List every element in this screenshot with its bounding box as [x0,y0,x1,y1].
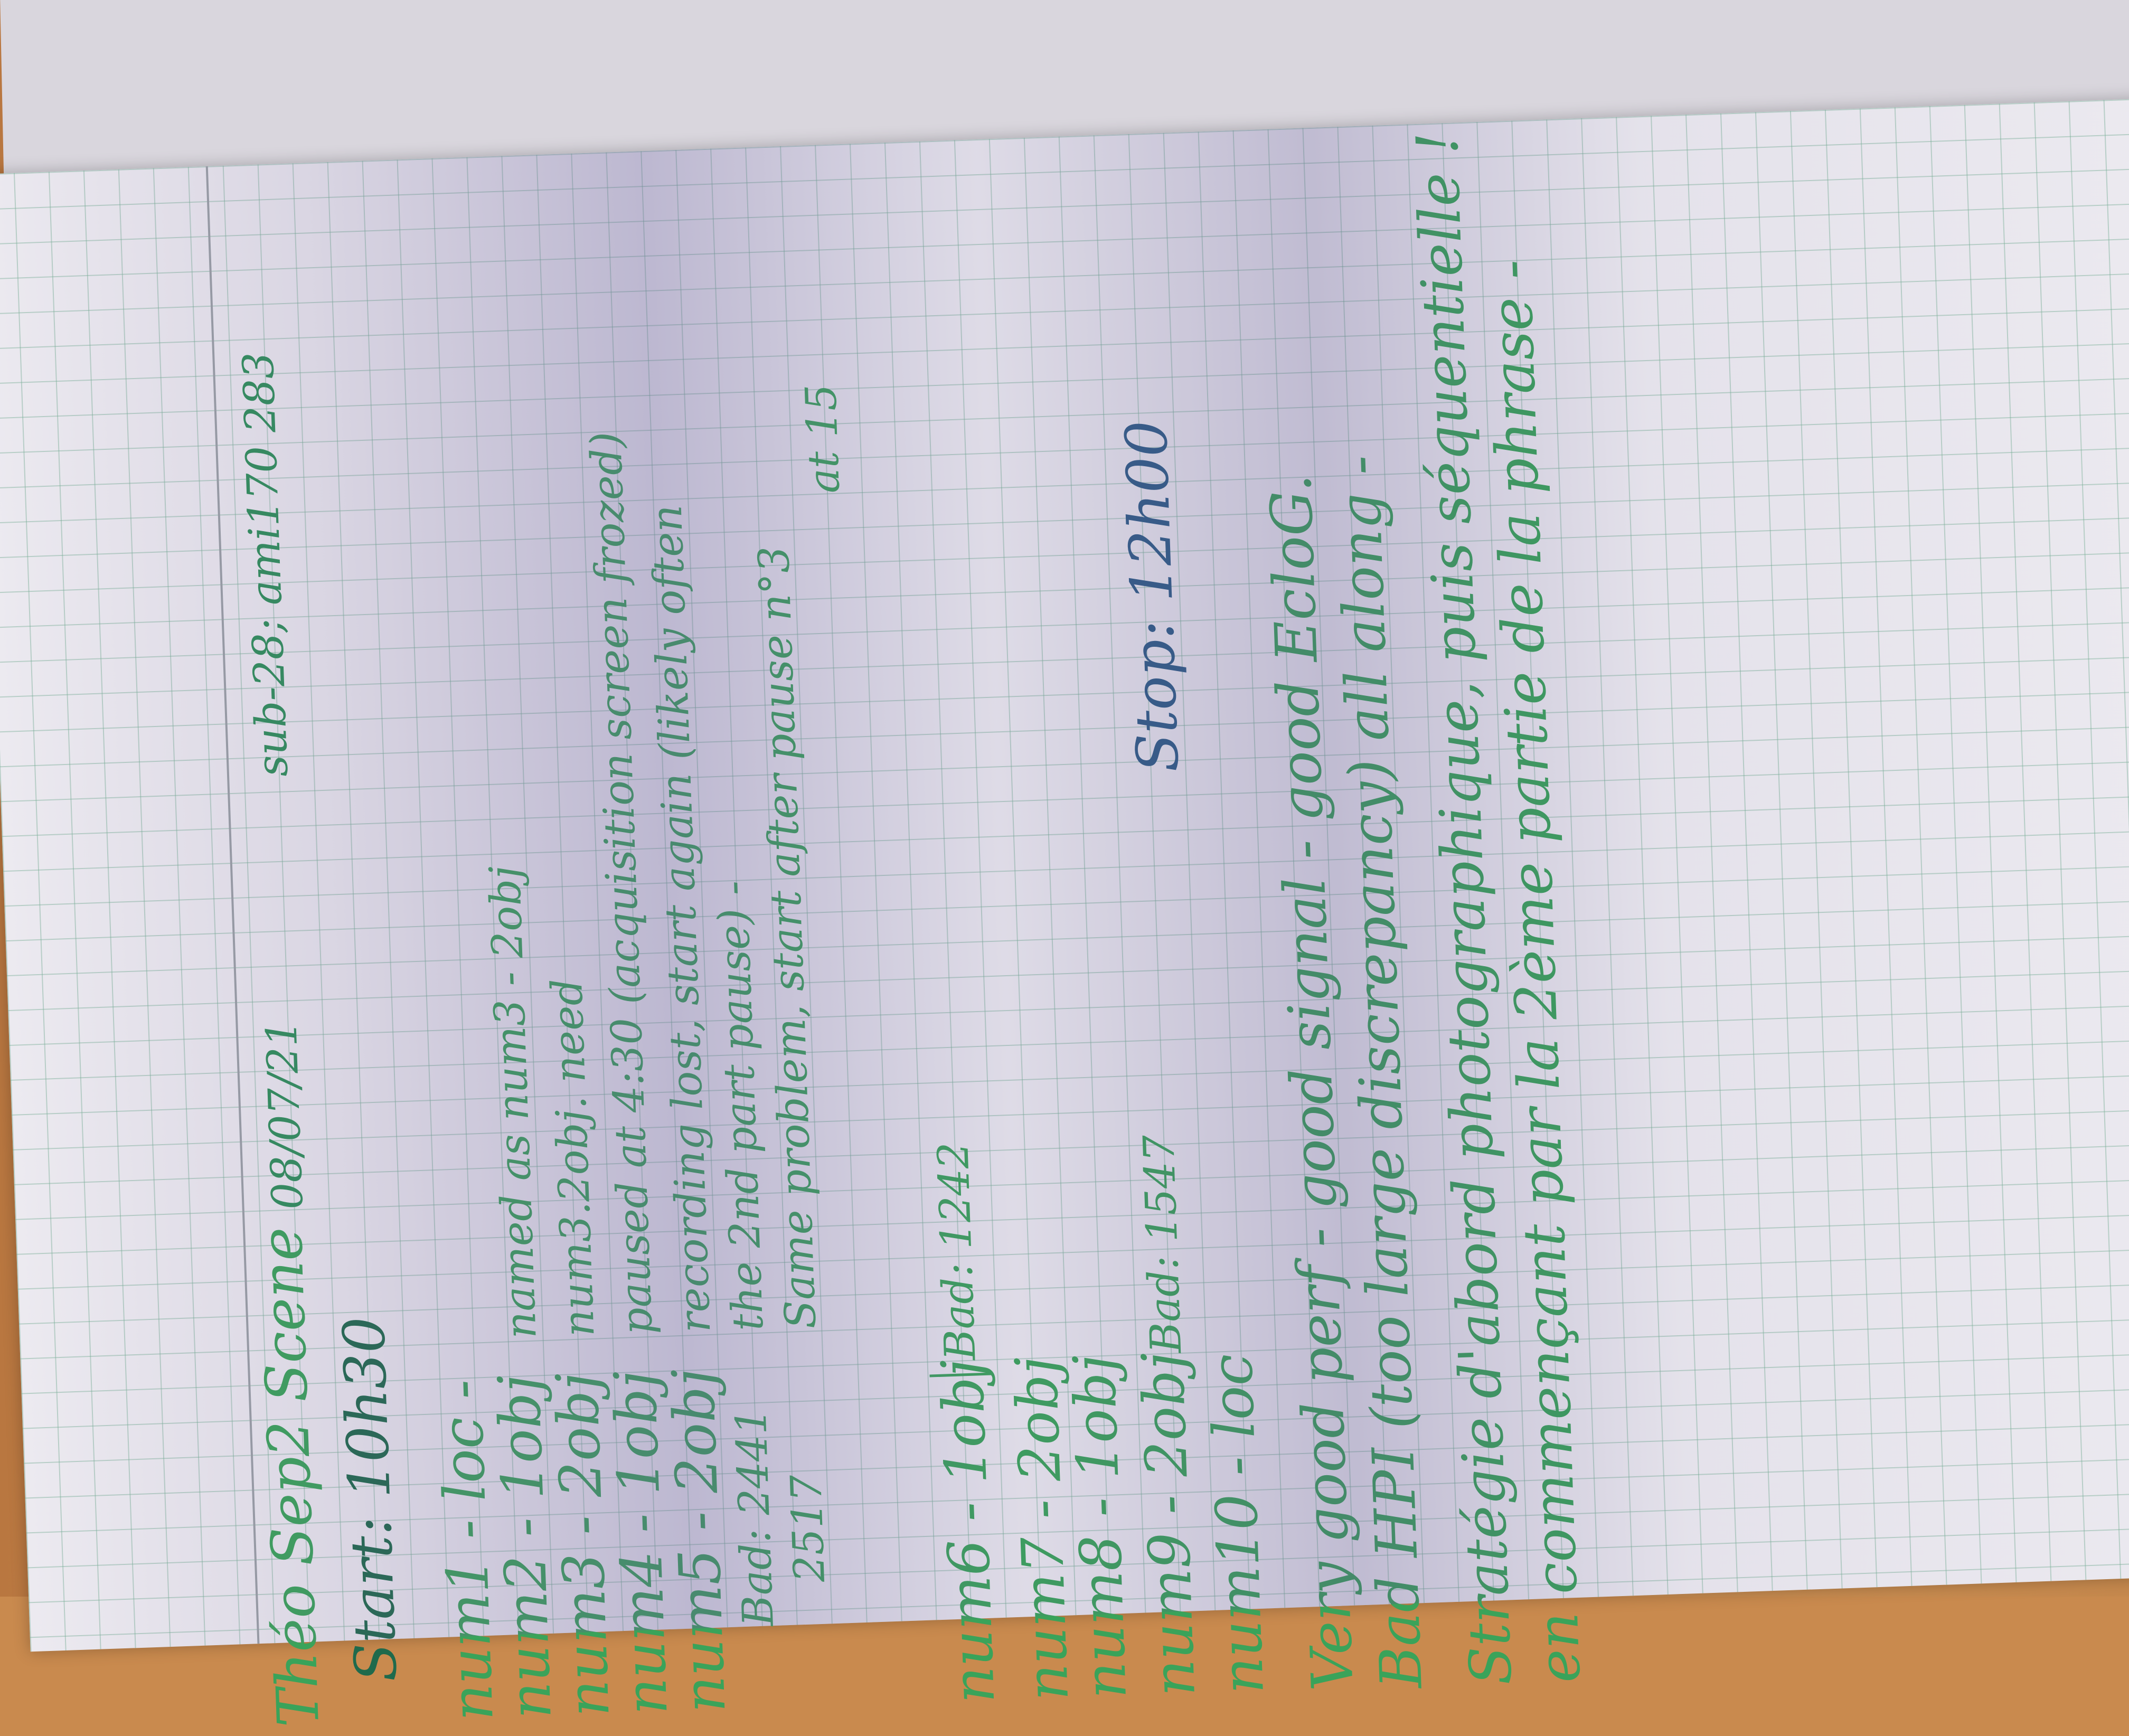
run-5-note-2: the 2nd part pause) - [708,880,773,1332]
page-date: 08/07/21 [257,1019,313,1211]
run-9-bad: Bad: 1547 [1134,1134,1191,1354]
handwritten-notes: Théo Sep2 Scene 08/07/21 sub-28; ami170 … [218,130,2065,1728]
subject-id: sub-28; ami170 283 [233,351,298,778]
stop-time: Stop: 12h00 [1113,419,1192,773]
run-2-note: named as num3 - 2obj [480,865,546,1340]
page-title: Théo Sep2 Scene [248,1226,332,1728]
run-5-bad-1: Bad: 2441 [726,1407,783,1627]
run-9: num9 - 2obj [1130,1351,1208,1697]
run-5: num5 - 2obj [660,1367,739,1714]
run-6-bad: Bad: 1242 [928,1141,985,1362]
run-5-note-4: at 15 [796,383,850,495]
run-6: num6 - 1obj [929,1358,1008,1705]
start-time: Start: 10h30 [331,1315,410,1683]
run-3-note: num3.2obj. need [542,977,604,1338]
run-5-bad-2: 2517 [781,1474,834,1583]
run-8: num8 - 1obj [1061,1353,1140,1700]
run-10: num10 - loc [1199,1353,1277,1695]
notebook-page: Théo Sep2 Scene 08/07/21 sub-28; ami170 … [0,97,2129,1728]
